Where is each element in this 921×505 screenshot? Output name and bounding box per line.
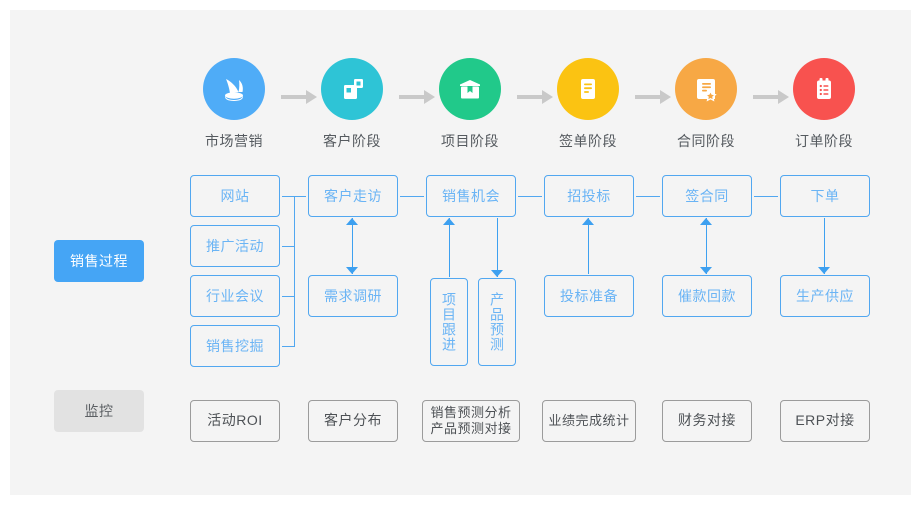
- process-box-product-forecast[interactable]: 产品预测: [478, 278, 516, 366]
- connector-h-2: [400, 196, 424, 197]
- stage-label: 项目阶段: [441, 133, 499, 149]
- process-box-website[interactable]: 网站: [190, 175, 280, 217]
- process-box-sales-mining[interactable]: 销售挖掘: [190, 325, 280, 367]
- stage-arrow-3: [517, 90, 553, 104]
- stage-label: 合同阶段: [677, 133, 735, 149]
- process-box-promotion[interactable]: 推广活动: [190, 225, 280, 267]
- monitor-box-finance-integration[interactable]: 财务对接: [662, 400, 752, 442]
- bracket-arm-4: [282, 346, 295, 347]
- monitor-box-sales-forecast[interactable]: 销售预测分析 产品预测对接: [422, 400, 520, 442]
- stage-3[interactable]: 项目阶段: [411, 58, 529, 151]
- process-box-project-followup[interactable]: 项目跟进: [430, 278, 468, 366]
- stage-2[interactable]: 客户阶段: [293, 58, 411, 151]
- stage-arrow-2: [399, 90, 435, 104]
- connector-h-3: [518, 196, 542, 197]
- stage-1[interactable]: 市场营销: [175, 58, 293, 151]
- bracket-arm-2: [282, 246, 295, 247]
- monitor-box-customer-distribution[interactable]: 客户分布: [308, 400, 398, 442]
- megaphone-icon: [203, 58, 265, 120]
- stage-label: 签单阶段: [559, 133, 617, 149]
- monitor-line: 产品预测对接: [430, 421, 512, 436]
- process-box-bidding[interactable]: 招投标: [544, 175, 634, 217]
- monitor-box-activity-roi[interactable]: 活动ROI: [190, 400, 280, 442]
- process-box-bid-preparation[interactable]: 投标准备: [544, 275, 634, 317]
- contract-star-icon: [675, 58, 737, 120]
- process-box-place-order[interactable]: 下单: [780, 175, 870, 217]
- stage-arrow-5: [753, 90, 789, 104]
- arrow-opportunity-to-forecast: [491, 218, 504, 277]
- stage-5[interactable]: 合同阶段: [647, 58, 765, 151]
- buildings-icon: [321, 58, 383, 120]
- arrow-contract-to-payment: [700, 218, 713, 274]
- process-box-sign-contract[interactable]: 签合同: [662, 175, 752, 217]
- arrow-visit-to-research: [346, 218, 359, 274]
- process-box-sales-opportunity[interactable]: 销售机会: [426, 175, 516, 217]
- arrow-bidprep-to-bidding: [582, 218, 595, 274]
- process-box-production-supply[interactable]: 生产供应: [780, 275, 870, 317]
- monitor-line: ERP对接: [795, 412, 855, 429]
- package-box-icon: [439, 58, 501, 120]
- process-box-demand-research[interactable]: 需求调研: [308, 275, 398, 317]
- monitor-box-erp-integration[interactable]: ERP对接: [780, 400, 870, 442]
- process-box-customer-visit[interactable]: 客户走访: [308, 175, 398, 217]
- stage-label: 订单阶段: [795, 133, 853, 149]
- stage-6[interactable]: 订单阶段: [765, 58, 883, 151]
- row-tag-monitor: 监控: [54, 390, 144, 432]
- stage-label: 市场营销: [205, 133, 263, 149]
- process-box-industry-conference[interactable]: 行业会议: [190, 275, 280, 317]
- monitor-line: 活动ROI: [207, 412, 263, 429]
- monitor-line: 销售预测分析: [430, 405, 512, 421]
- document-lines-icon: [557, 58, 619, 120]
- arrow-followup-to-opportunity: [443, 218, 456, 277]
- row-tag-sales-process: 销售过程: [54, 240, 144, 282]
- stage-label: 客户阶段: [323, 133, 381, 149]
- process-box-payment-collection[interactable]: 催款回款: [662, 275, 752, 317]
- stage-arrow-4: [635, 90, 671, 104]
- bracket-arm-3: [282, 296, 295, 297]
- connector-h-5: [754, 196, 778, 197]
- stage-4[interactable]: 签单阶段: [529, 58, 647, 151]
- monitor-line: 财务对接: [678, 412, 736, 429]
- monitor-box-performance-stats[interactable]: 业绩完成统计: [542, 400, 636, 442]
- arrow-order-to-production: [818, 218, 831, 274]
- connector-h-4: [636, 196, 660, 197]
- diagram-canvas: 市场营销 客户阶段 项目阶段 签单阶段 合同阶段 订单阶段 销售过程 监控 网站…: [10, 10, 911, 495]
- bracket-spine: [294, 196, 295, 346]
- monitor-line: 业绩完成统计: [548, 413, 630, 429]
- clipboard-list-icon: [793, 58, 855, 120]
- stage-arrow-1: [281, 90, 317, 104]
- monitor-line: 客户分布: [324, 412, 382, 429]
